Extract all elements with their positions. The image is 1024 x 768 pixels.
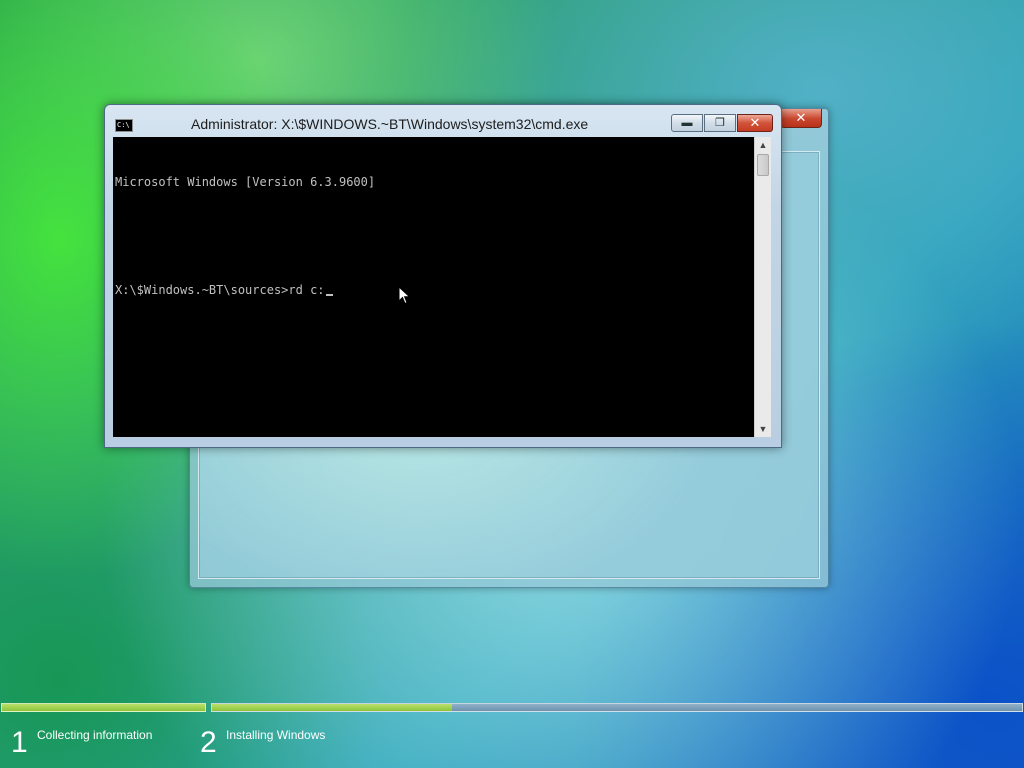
progress-segment-collecting bbox=[1, 703, 206, 712]
step-label: Installing Windows bbox=[226, 728, 326, 742]
console-line-version: Microsoft Windows [Version 6.3.9600] bbox=[115, 175, 376, 189]
scroll-thumb[interactable] bbox=[757, 154, 769, 176]
console-command-text: X:\$Windows.~BT\sources>rd c: bbox=[115, 283, 325, 297]
minimize-button[interactable]: ▬ bbox=[671, 114, 703, 132]
cmd-app-icon[interactable]: C:\ bbox=[115, 119, 133, 132]
text-cursor bbox=[325, 294, 333, 296]
step-number: 2 bbox=[200, 726, 217, 759]
vertical-scrollbar[interactable]: ▲ ▼ bbox=[754, 137, 771, 437]
scroll-down-arrow-icon[interactable]: ▼ bbox=[755, 421, 771, 437]
progress-fill-installing bbox=[212, 704, 452, 711]
console-output[interactable]: Microsoft Windows [Version 6.3.9600] X:\… bbox=[113, 137, 754, 437]
setup-close-button[interactable]: ✕ bbox=[780, 109, 822, 128]
cmd-titlebar[interactable]: C:\ Administrator: X:\$WINDOWS.~BT\Windo… bbox=[105, 105, 781, 137]
setup-progress-bar bbox=[0, 703, 1024, 712]
console-prompt-line[interactable]: X:\$Windows.~BT\sources>rd c: bbox=[115, 281, 754, 299]
close-button[interactable]: ✕ bbox=[737, 114, 773, 132]
scroll-up-arrow-icon[interactable]: ▲ bbox=[755, 137, 771, 153]
cmd-window-title: Administrator: X:\$WINDOWS.~BT\Windows\s… bbox=[191, 116, 589, 132]
step-number: 1 bbox=[11, 726, 28, 759]
maximize-button[interactable]: ❐ bbox=[704, 114, 736, 132]
progress-segment-installing bbox=[211, 703, 1023, 712]
step-label: Collecting information bbox=[37, 728, 153, 742]
mouse-pointer-icon bbox=[398, 286, 411, 305]
cmd-window: C:\ Administrator: X:\$WINDOWS.~BT\Windo… bbox=[104, 104, 782, 448]
